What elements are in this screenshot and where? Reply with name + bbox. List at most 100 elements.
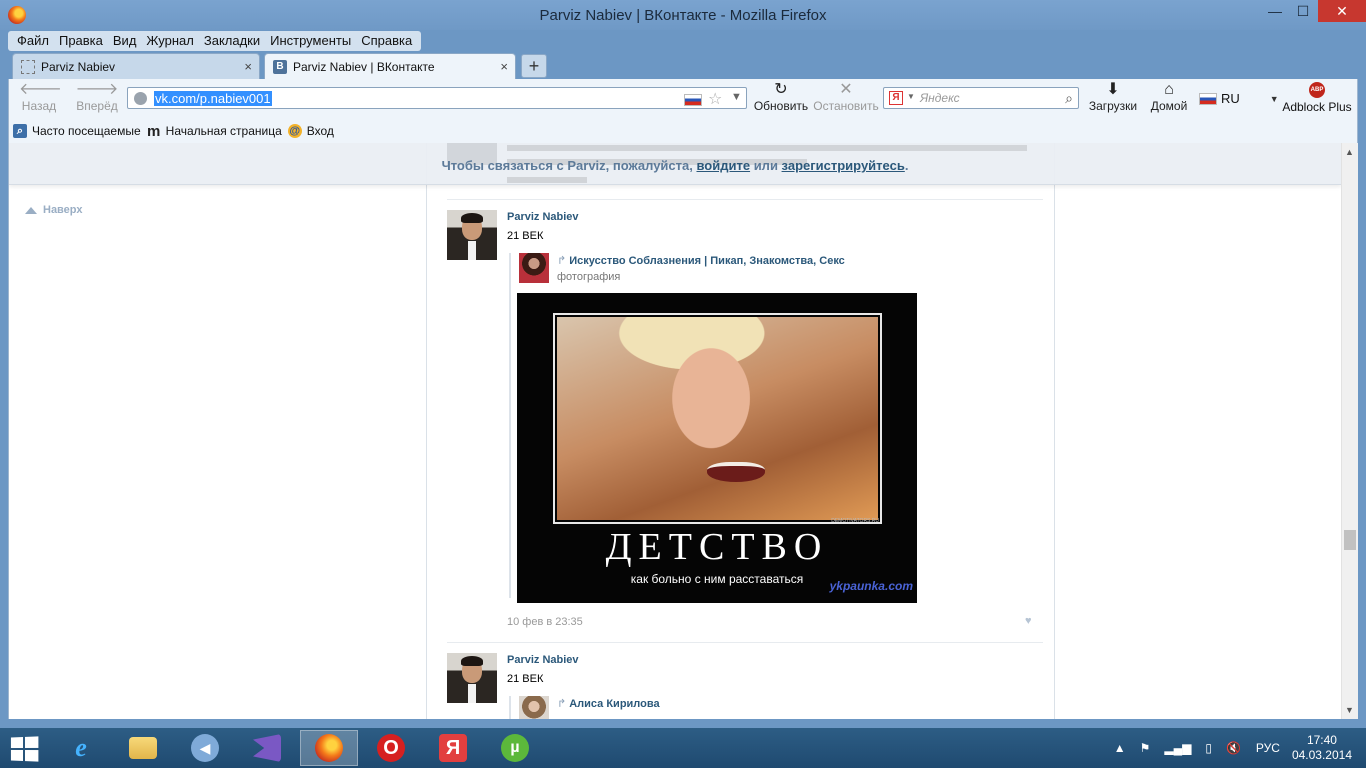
post-author-link[interactable]: Parviz Nabiev xyxy=(507,211,579,223)
repost-source-avatar[interactable] xyxy=(519,696,549,719)
avatar[interactable] xyxy=(447,210,497,260)
arrow-left-icon: 🡐 xyxy=(19,81,62,98)
bookmarks-toolbar: ⌕ Часто посещаемые m Начальная страница … xyxy=(8,119,1358,143)
forward-button[interactable]: 🡒 Вперёд xyxy=(75,81,119,113)
address-bar[interactable]: vk.com/p.nabiev001 ☆ ▼ xyxy=(127,87,747,109)
tab-label: Parviz Nabiev | ВКонтакте xyxy=(293,59,435,74)
to-top-label: Наверх xyxy=(43,204,83,216)
wall-post: Parviz Nabiev 21 ВЕК ↱ Искусство Соблазне… xyxy=(447,210,1043,630)
bookmark-login[interactable]: @ Вход xyxy=(287,124,334,138)
scroll-up-arrow-icon[interactable]: ▲ xyxy=(1345,147,1354,157)
taskbar-firefox[interactable] xyxy=(300,730,358,766)
url-history-dropdown-icon[interactable]: ▼ xyxy=(731,91,742,103)
bookmark-label: Вход xyxy=(306,124,334,138)
taskbar-opera[interactable]: O xyxy=(362,730,420,766)
taskbar-internet-explorer[interactable]: e xyxy=(52,730,110,766)
visual-studio-icon xyxy=(253,734,281,762)
demotivator-watermark: DEMOTIVATORS.RU xyxy=(831,518,879,524)
action-center-flag-icon[interactable]: ⚑ xyxy=(1140,741,1151,755)
windows-taskbar: e ◀ O Я µ ▲ ⚑ ▂▄▆ ▯ 🔇 РУС 17:40 04.03.20… xyxy=(0,728,1366,768)
firefox-icon xyxy=(315,734,343,762)
reload-button[interactable]: ↻ Обновить xyxy=(753,81,809,113)
back-button[interactable]: 🡐 Назад xyxy=(19,81,62,113)
menu-edit[interactable]: Правка xyxy=(54,31,108,51)
menu-bookmarks[interactable]: Закладки xyxy=(199,31,265,51)
vk-favicon-icon: В xyxy=(273,59,287,74)
stop-button[interactable]: ✕ Остановить xyxy=(811,81,881,113)
volume-muted-icon[interactable]: 🔇 xyxy=(1226,741,1241,755)
menu-help[interactable]: Справка xyxy=(356,31,417,51)
taskbar-file-explorer[interactable] xyxy=(114,730,172,766)
url-text[interactable]: vk.com/p.nabiev001 xyxy=(154,91,272,106)
new-tab-button[interactable]: + xyxy=(521,54,547,78)
menu-history[interactable]: Журнал xyxy=(141,31,198,51)
bookmark-star-icon[interactable]: ☆ xyxy=(708,89,722,109)
network-signal-icon[interactable]: ▂▄▆ xyxy=(1164,741,1191,755)
downloads-button[interactable]: ⬇ Загрузки xyxy=(1085,81,1141,113)
post-author-link[interactable]: Parviz Nabiev xyxy=(507,654,579,666)
search-icon[interactable]: ⌕ xyxy=(1065,90,1073,107)
repost-source-link[interactable]: ↱ Алиса Кирилова xyxy=(557,697,660,710)
home-button[interactable]: ⌂ Домой xyxy=(1147,81,1191,113)
login-notice-bar: Чтобы связаться с Parviz, пожалуйста, во… xyxy=(9,143,1341,185)
taskbar-visual-studio[interactable] xyxy=(238,730,296,766)
navigation-toolbar: 🡐 Назад 🡒 Вперёд vk.com/p.nabiev001 ☆ ▼ … xyxy=(8,79,1358,119)
heart-icon[interactable]: ♥ xyxy=(1025,615,1032,627)
opera-icon: O xyxy=(377,734,405,762)
repost-source-avatar[interactable] xyxy=(519,253,549,283)
reload-icon: ↻ xyxy=(774,81,788,98)
folder-icon xyxy=(129,737,157,759)
utorrent-icon: µ xyxy=(501,734,529,762)
tab-parviz-nabiev[interactable]: Parviz Nabiev × xyxy=(12,53,260,79)
minimize-button[interactable]: — xyxy=(1262,0,1288,22)
menu-view[interactable]: Вид xyxy=(108,31,142,51)
scroll-down-arrow-icon[interactable]: ▼ xyxy=(1345,705,1354,715)
login-notice-text: Чтобы связаться с Parviz, пожалуйста, во… xyxy=(441,158,909,173)
battery-icon[interactable]: ▯ xyxy=(1205,741,1212,755)
right-column xyxy=(1055,143,1341,719)
yandex-icon: Я xyxy=(439,734,467,762)
scroll-to-top-link[interactable]: Наверх xyxy=(25,204,83,216)
register-link[interactable]: зарегистрируйтесь xyxy=(782,158,905,173)
tab-vkontakte[interactable]: В Parviz Nabiev | ВКонтакте × xyxy=(264,53,516,79)
repost-source-link[interactable]: ↱ Искусство Соблазнения | Пикап, Знакомст… xyxy=(557,254,845,267)
search-placeholder[interactable]: Яндекс xyxy=(920,91,960,105)
menu-file[interactable]: Файл xyxy=(12,31,54,51)
scrollbar-thumb[interactable] xyxy=(1344,530,1356,550)
start-button[interactable] xyxy=(10,736,39,762)
language-selector[interactable]: RU ▼ xyxy=(1199,91,1279,106)
engine-dropdown-icon[interactable]: ▼ xyxy=(907,92,915,101)
avatar[interactable] xyxy=(447,653,497,703)
show-hidden-icons-icon[interactable]: ▲ xyxy=(1114,741,1126,755)
bookmark-start-page[interactable]: m Начальная страница xyxy=(146,122,282,140)
language-label: RU xyxy=(1221,91,1240,106)
mail-at-icon: @ xyxy=(287,124,302,138)
post-photo[interactable]: DEMOTIVATORS.RU ДЕТСТВО как больно с ним… xyxy=(517,293,917,603)
bookmark-most-visited[interactable]: ⌕ Часто посещаемые xyxy=(13,124,141,138)
login-link[interactable]: войдите xyxy=(696,158,750,173)
tab-close-button[interactable]: × xyxy=(244,59,252,74)
demotivator-frame xyxy=(553,313,882,524)
taskbar-utorrent[interactable]: µ xyxy=(486,730,544,766)
clock[interactable]: 17:40 04.03.2014 xyxy=(1292,733,1352,763)
adblock-plus-button[interactable]: ABP Adblock Plus xyxy=(1277,82,1357,114)
taskbar-audio[interactable]: ◀ xyxy=(176,730,234,766)
russia-flag-icon xyxy=(684,94,702,106)
system-tray: ▲ ⚑ ▂▄▆ ▯ 🔇 РУС 17:40 04.03.2014 xyxy=(1107,728,1366,768)
vertical-scrollbar[interactable]: ▲ ▼ xyxy=(1341,143,1358,719)
mail-ru-m-icon: m xyxy=(146,122,161,140)
input-language[interactable]: РУС xyxy=(1256,741,1280,755)
menu-tools[interactable]: Инструменты xyxy=(265,31,356,51)
repost-block: ↱ Алиса Кирилова xyxy=(509,696,660,719)
tab-close-button[interactable]: × xyxy=(500,59,508,74)
post-date-link[interactable]: 10 фев в 23:35 xyxy=(507,616,583,628)
yandex-engine-icon[interactable]: Я xyxy=(889,91,903,105)
taskbar-yandex[interactable]: Я xyxy=(424,730,482,766)
close-window-button[interactable]: ✕ xyxy=(1318,0,1366,22)
maximize-button[interactable]: ☐ xyxy=(1290,0,1316,22)
post-text: 21 ВЕК xyxy=(507,673,544,685)
search-bar[interactable]: Я ▼ Яндекс ⌕ xyxy=(883,87,1079,109)
site-identity-icon[interactable] xyxy=(134,92,147,105)
page-viewport: Наверх Parviz Nabiev 21 ВЕК ↱ Искусство С… xyxy=(8,143,1358,719)
window-titlebar: Parviz Nabiev | ВКонтакте - Mozilla Fire… xyxy=(0,0,1366,30)
